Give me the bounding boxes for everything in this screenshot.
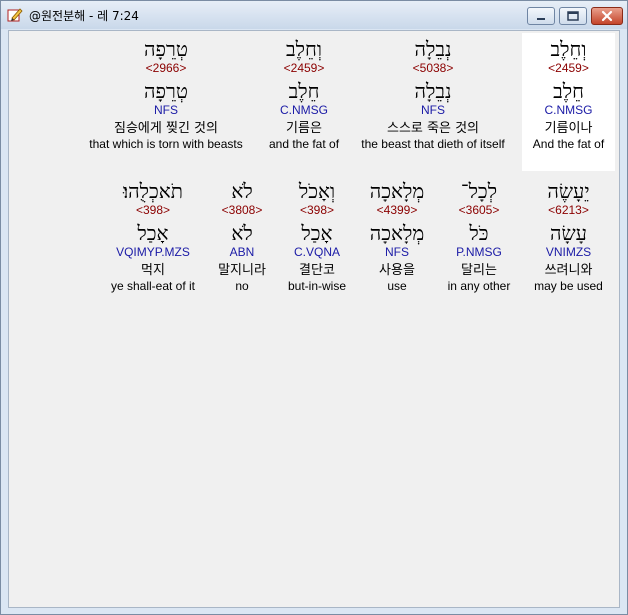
hebrew-word: טְרֵפָה [144,37,188,61]
morphology-code: NFS [154,103,178,117]
word-card[interactable]: וְאָכֹל <398> אָכַל C.VQNA 결단코 but-in-wi… [279,175,355,313]
korean-gloss: 스스로 죽은 것의 [387,121,479,136]
korean-gloss: 기름은 [286,121,322,136]
app-window: @원전분해 - 레 7:24 וְחֵלֶב <2459> חֵלֶב C.NM… [0,0,628,615]
word-card[interactable]: לְכָל־ <3605> כֹּל P.NMSG 달리는 in any oth… [439,175,519,313]
strong-number[interactable]: <3605> [439,203,519,217]
word-card[interactable]: וְחֵלֶב <2459> חֵלֶב C.NMSG 기름이나 And the… [522,33,615,171]
hebrew-word: יֵעָשֶׂה [547,179,590,203]
morphology-code: C.NMSG [544,103,593,117]
hebrew-word: וְחֵלֶב [550,37,587,61]
maximize-icon [567,11,579,21]
lemma-word: עָשָׂה [550,221,587,245]
morphology-code: VNIMZS [545,245,592,259]
hebrew-word: מְלָאכָה [369,179,425,203]
lemma-word: חֵלֶב [553,79,584,103]
word-card[interactable]: טְרֵפָה <2966> טְרֵפָה NFS 짐승에게 찢긴 것의 th… [81,33,251,171]
lemma-word: חֵלֶב [288,79,320,103]
lemma-word: מְלָאכָה [369,221,425,245]
word-card[interactable]: וְחֵלֶב <2459> חֵלֶב C.NMSG 기름은 and the … [259,33,349,171]
word-card[interactable]: נְבֵלָה <5038> נְבֵלָה NFS 스스로 죽은 것의 the… [352,33,514,171]
lemma-word: אָכַל [137,221,169,245]
english-gloss: no [235,279,249,293]
minimize-button[interactable] [527,7,555,25]
english-gloss: and the fat of [268,137,340,151]
korean-gloss: 짐승에게 찢긴 것의 [114,121,218,136]
korean-gloss: 달리는 [461,263,497,278]
title-bar[interactable]: @원전분해 - 레 7:24 [1,1,627,29]
hebrew-word: תֹאכְלֻהוּ׃ [123,179,183,203]
strong-number[interactable]: <2966> [81,61,251,75]
korean-gloss: 사용을 [379,263,415,278]
morphology-code: VQIMYP.MZS [116,245,190,259]
english-gloss: but-in-wise [287,279,347,293]
strong-number[interactable]: <2459> [259,61,349,75]
hebrew-word: לְכָל־ [460,179,498,203]
korean-gloss: 쓰려니와 [544,263,593,278]
lemma-word: לֹא [231,221,253,245]
lemma-word: נְבֵלָה [414,79,452,103]
strong-number[interactable]: <6213> [522,203,615,217]
korean-gloss: 말지니라 [218,263,266,278]
word-card[interactable]: לֹא <3808> לֹא ABN 말지니라 no [209,175,275,313]
strong-number[interactable]: <398> [279,203,355,217]
strong-number[interactable]: <5038> [352,61,514,75]
morphology-code: P.NMSG [456,245,502,259]
morphology-code: C.NMSG [280,103,328,117]
close-icon [601,10,613,22]
word-card[interactable]: תֹאכְלֻהוּ׃ <398> אָכַל VQIMYP.MZS 먹지 ye… [101,175,205,313]
morphology-code: NFS [421,103,445,117]
morphology-code: ABN [229,245,255,259]
korean-gloss: 결단코 [299,263,335,278]
hebrew-word: וְחֵלֶב [286,37,322,61]
morphology-code: C.VQNA [293,245,340,259]
english-gloss: use [387,279,407,293]
strong-number[interactable]: <398> [101,203,205,217]
english-gloss: the beast that dieth of itself [361,137,505,151]
hebrew-word: וְאָכֹל [298,179,336,203]
lemma-word: אָכַל [301,221,333,245]
close-button[interactable] [591,7,623,25]
hebrew-word: נְבֵלָה [414,37,452,61]
morphology-code: NFS [385,245,409,259]
strong-number[interactable]: <3808> [209,203,275,217]
word-card[interactable]: יֵעָשֶׂה <6213> עָשָׂה VNIMZS 쓰려니와 may b… [522,175,615,313]
word-card[interactable]: מְלָאכָה <4399> מְלָאכָה NFS 사용을 use [357,175,437,313]
window-title: @원전분해 - 레 7:24 [29,9,139,23]
lemma-word: כֹּל [469,221,489,245]
english-gloss: may be used [534,279,603,293]
minimize-icon [537,18,545,20]
english-gloss: ye shall-eat of it [110,279,196,293]
analysis-panel: וְחֵלֶב <2459> חֵלֶב C.NMSG 기름이나 And the… [8,30,620,608]
english-gloss: in any other [447,279,511,293]
hebrew-word: לֹא [231,179,253,203]
english-gloss: And the fat of [532,137,605,151]
strong-number[interactable]: <4399> [357,203,437,217]
english-gloss: that which is torn with beasts [89,137,243,151]
strong-number[interactable]: <2459> [522,61,615,75]
korean-gloss: 먹지 [141,263,165,278]
korean-gloss: 기름이나 [544,121,593,136]
edit-pencil-icon [7,8,23,22]
lemma-word: טְרֵפָה [144,79,188,103]
maximize-button[interactable] [559,7,587,25]
